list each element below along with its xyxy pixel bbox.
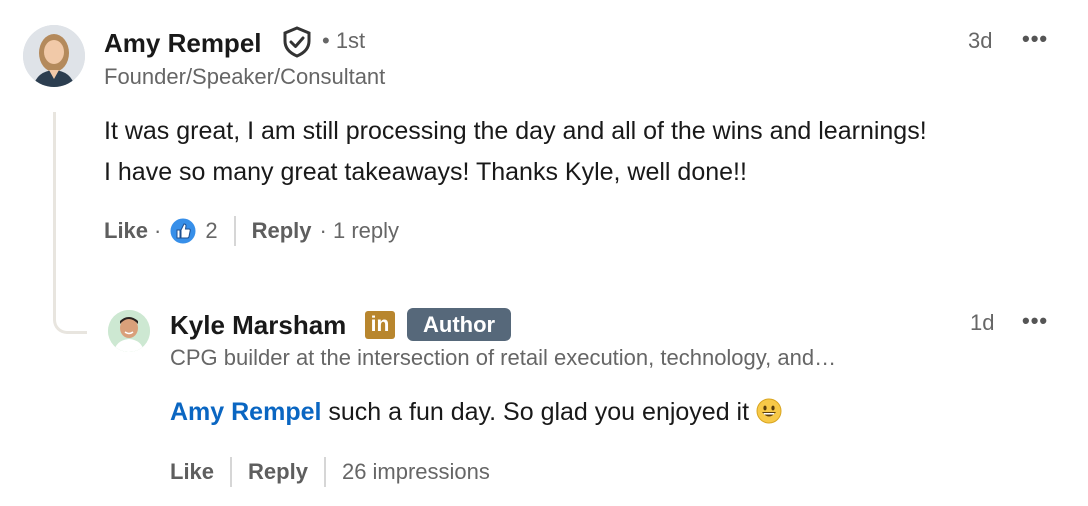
more-options-icon[interactable]: •••	[1022, 308, 1048, 334]
verified-shield-icon	[282, 26, 312, 58]
linkedin-badge-icon: in	[365, 311, 395, 339]
reply-author-name[interactable]: Kyle Marsham	[170, 310, 346, 341]
reply-author-headline: CPG builder at the intersection of retai…	[170, 345, 837, 370]
like-reaction-icon[interactable]	[169, 217, 197, 245]
comment-text-line-2: I have so many great takeaways! Thanks K…	[104, 158, 747, 186]
like-button[interactable]: Like	[170, 459, 214, 485]
comment-text-line-1: It was great, I am still processing the …	[104, 117, 927, 145]
reply-text: Amy Rempel such a fun day. So glad you e…	[170, 392, 782, 433]
connection-degree: • 1st	[322, 28, 366, 53]
divider	[233, 216, 236, 246]
comment-author-headline: Founder/Speaker/Consultant	[104, 64, 386, 89]
comment-actions: Like · 2 Reply · 1 reply	[104, 216, 399, 246]
comment-timestamp: 3d	[968, 28, 993, 53]
comment-author-name[interactable]: Amy Rempel	[104, 28, 262, 59]
like-button[interactable]: Like	[104, 218, 148, 244]
mention-link[interactable]: Amy Rempel	[170, 398, 321, 426]
reply-timestamp: 1d	[970, 310, 995, 335]
separator-dot: ·	[154, 218, 162, 243]
more-options-icon[interactable]: •••	[1022, 26, 1048, 52]
reply-actions: Like Reply 26 impressions	[170, 457, 490, 487]
comment-thread: Amy Rempel • 1st Founder/Speaker/Consult…	[0, 0, 1088, 506]
reply-button[interactable]: Reply	[248, 459, 308, 485]
divider	[230, 457, 233, 487]
avatar[interactable]	[23, 25, 85, 87]
reply-count[interactable]: · 1 reply	[320, 218, 399, 244]
divider	[323, 457, 326, 487]
impressions-count[interactable]: 26 impressions	[342, 459, 490, 485]
thread-line	[53, 112, 87, 334]
reaction-count[interactable]: 2	[205, 218, 217, 244]
author-badge: Author	[407, 308, 512, 341]
reply-text-body: such a fun day. So glad you enjoyed it	[321, 398, 756, 426]
reply-button[interactable]: Reply	[252, 218, 312, 244]
grinning-emoji-icon	[756, 396, 782, 424]
avatar[interactable]	[108, 310, 150, 352]
